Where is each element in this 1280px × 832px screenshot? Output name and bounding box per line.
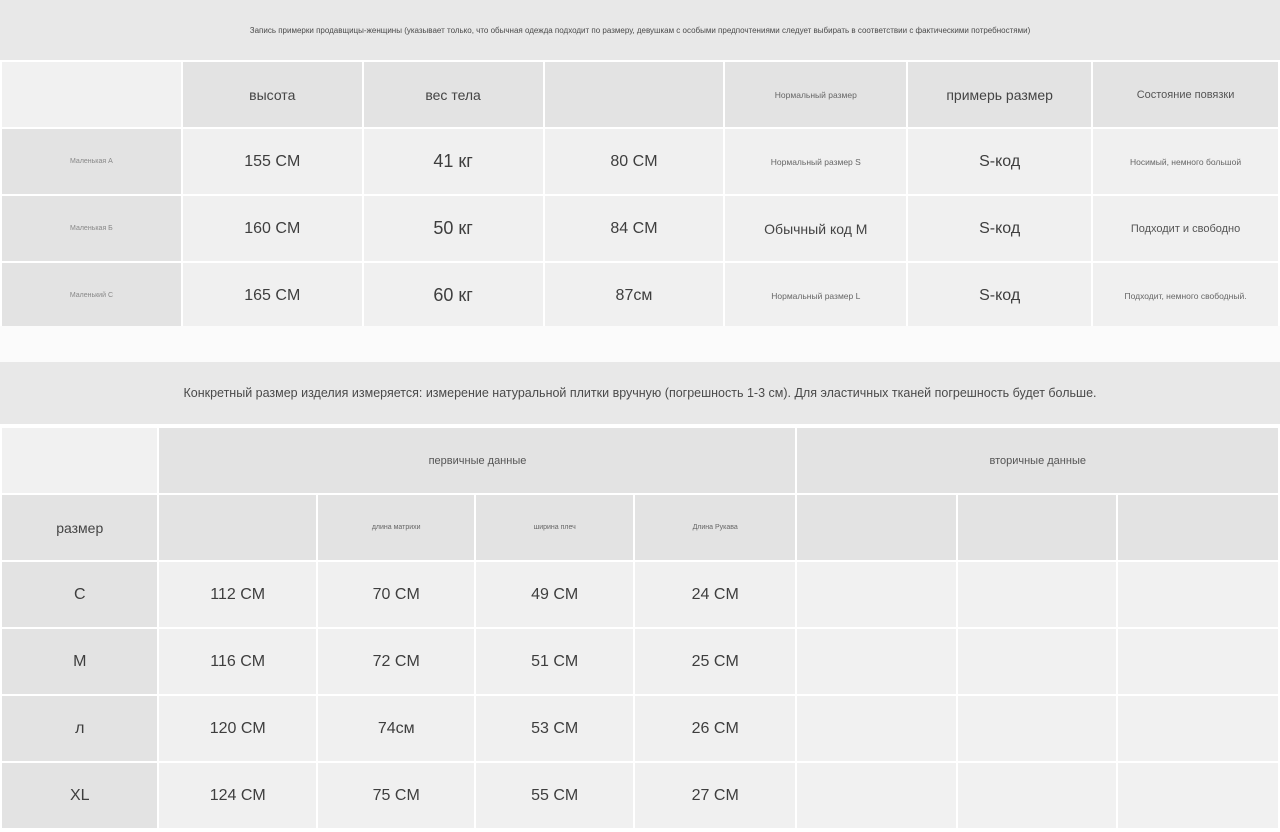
fit-header-height: высота (182, 62, 362, 127)
model-weight: 50 кг (363, 196, 543, 261)
secondary-cell (1118, 763, 1278, 828)
size-length: 72 CM (317, 629, 475, 694)
secondary-cell (1118, 562, 1278, 627)
model-normal-size: Обычный код M (725, 196, 907, 261)
fit-header-corner (2, 62, 181, 127)
size-bust: 116 CM (159, 629, 316, 694)
table-row: Маленькая А 155 CM 41 кг 80 CM Нормальны… (2, 129, 1278, 194)
fit-header-normal-size: Нормальный размер (725, 62, 907, 127)
secondary-cell (957, 629, 1117, 694)
secondary-cell (797, 629, 956, 694)
length-column-header: длина матрихи (317, 495, 475, 560)
fit-header-row: высота вес тела Нормальный размер пример… (2, 62, 1278, 127)
model-name: Маленькая Б (2, 196, 181, 261)
model-tried-size: S-код (908, 196, 1092, 261)
model-tried-size: S-код (908, 263, 1092, 328)
measure-note-banner: Конкретный размер изделия измеряется: из… (0, 362, 1280, 424)
size-shoulder: 49 CM (476, 562, 633, 627)
model-bust: 87см (544, 263, 724, 328)
secondary-cell (797, 696, 956, 761)
model-tried-size: S-код (908, 129, 1092, 194)
shoulder-column-header: ширина плеч (476, 495, 633, 560)
size-header: размер (2, 495, 158, 560)
model-state: Носимый, немного большой (1093, 129, 1278, 194)
size-chart-table: первичные данные вторичные данные размер… (0, 426, 1280, 830)
table-row: Маленький С 165 CM 60 кг 87см Нормальный… (2, 263, 1278, 328)
size-code: М (2, 629, 158, 694)
size-code: л (2, 696, 158, 761)
table-row: л 120 CM 74см 53 CM 26 CM (2, 696, 1278, 761)
fit-note-banner: Запись примерки продавщицы-женщины (указ… (0, 0, 1280, 60)
fit-header-bust (544, 62, 724, 127)
model-name: Маленькая А (2, 129, 181, 194)
size-length: 75 CM (317, 763, 475, 828)
model-bust: 80 CM (544, 129, 724, 194)
size-sleeve: 26 CM (634, 696, 796, 761)
size-length: 70 CM (317, 562, 475, 627)
measure-note-text: Конкретный размер изделия измеряется: из… (183, 386, 1097, 400)
bust-column-header (159, 495, 316, 560)
table-row: М 116 CM 72 CM 51 CM 25 CM (2, 629, 1278, 694)
secondary-cell (957, 763, 1117, 828)
model-normal-size: Нормальный размер L (725, 263, 907, 328)
model-state: Подходит, немного свободный. (1093, 263, 1278, 328)
secondary-cell (1118, 629, 1278, 694)
secondary-cell (1118, 696, 1278, 761)
table-row: XL 124 CM 75 CM 55 CM 27 CM (2, 763, 1278, 828)
fit-header-state: Состояние повязки (1093, 62, 1278, 127)
size-shoulder: 55 CM (476, 763, 633, 828)
size-shoulder: 51 CM (476, 629, 633, 694)
model-height: 165 CM (182, 263, 362, 328)
sleeve-column-header: Длина Рукава (634, 495, 796, 560)
secondary-cell (797, 763, 956, 828)
secondary-data-header: вторичные данные (797, 428, 1278, 493)
secondary-column-header (797, 495, 956, 560)
size-length: 74см (317, 696, 475, 761)
size-bust: 124 CM (159, 763, 316, 828)
size-sleeve: 27 CM (634, 763, 796, 828)
size-bust: 120 CM (159, 696, 316, 761)
size-code: С (2, 562, 158, 627)
model-normal-size: Нормальный размер S (725, 129, 907, 194)
primary-data-header: первичные данные (159, 428, 796, 493)
model-weight: 41 кг (363, 129, 543, 194)
model-height: 155 CM (182, 129, 362, 194)
size-sleeve: 25 CM (634, 629, 796, 694)
model-height: 160 CM (182, 196, 362, 261)
secondary-column-header (957, 495, 1117, 560)
table-row: С 112 CM 70 CM 49 CM 24 CM (2, 562, 1278, 627)
model-name: Маленький С (2, 263, 181, 328)
fit-header-tried-size: примерь размер (908, 62, 1092, 127)
secondary-column-header (1118, 495, 1278, 560)
fit-record-table: высота вес тела Нормальный размер пример… (0, 60, 1280, 330)
size-code: XL (2, 763, 158, 828)
size-bust: 112 CM (159, 562, 316, 627)
secondary-cell (957, 696, 1117, 761)
size-header-row: размер длина матрихи ширина плеч Длина Р… (2, 495, 1278, 560)
size-sleeve: 24 CM (634, 562, 796, 627)
model-bust: 84 CM (544, 196, 724, 261)
model-state: Подходит и свободно (1093, 196, 1278, 261)
size-shoulder: 53 CM (476, 696, 633, 761)
model-weight: 60 кг (363, 263, 543, 328)
section-gap (0, 326, 1280, 362)
fit-note-text: Запись примерки продавщицы-женщины (указ… (249, 25, 1031, 35)
size-group-corner (2, 428, 158, 493)
secondary-cell (957, 562, 1117, 627)
table-row: Маленькая Б 160 CM 50 кг 84 CM Обычный к… (2, 196, 1278, 261)
fit-header-weight: вес тела (363, 62, 543, 127)
size-group-row: первичные данные вторичные данные (2, 428, 1278, 493)
secondary-cell (797, 562, 956, 627)
